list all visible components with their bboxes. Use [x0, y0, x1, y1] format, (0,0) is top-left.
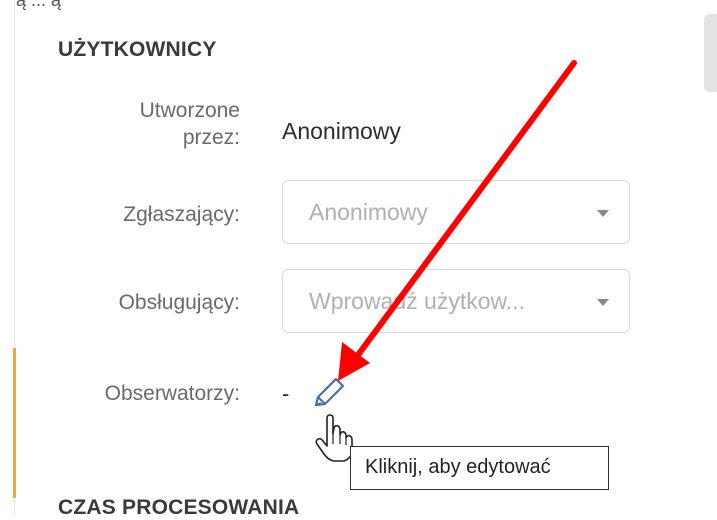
red-arrow-annotation	[338, 60, 577, 381]
